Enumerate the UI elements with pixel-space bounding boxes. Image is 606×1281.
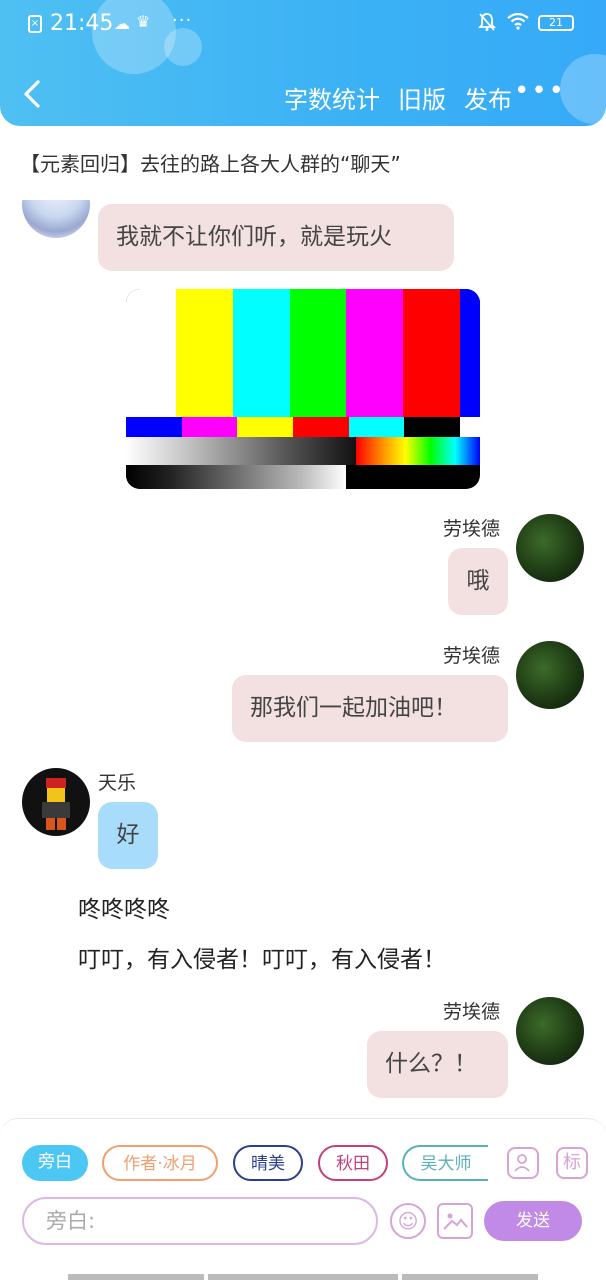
- crown-icon: ♛: [136, 12, 151, 31]
- role-chip-author[interactable]: 作者·冰月: [102, 1145, 218, 1181]
- sender-name: 天乐: [98, 772, 137, 794]
- avatar[interactable]: [516, 997, 584, 1065]
- header-nav: 字数统计 旧版 发布: [284, 80, 512, 115]
- send-button[interactable]: 发送: [484, 1201, 582, 1241]
- role-chip-qiutian[interactable]: 秋田: [318, 1145, 388, 1181]
- status-bar: × 21:45 ☁ ♛ ··· 21: [0, 0, 606, 48]
- narration-text: 叮叮，有入侵者！叮叮，有入侵者！: [78, 947, 446, 973]
- emoji-icon[interactable]: ☺: [390, 1203, 426, 1239]
- sender-name: 劳埃德: [443, 518, 501, 540]
- chevron-left-icon: [24, 80, 40, 108]
- nav-handle: [402, 1274, 538, 1280]
- role-chip-narration[interactable]: 旁白: [22, 1145, 88, 1181]
- message-bubble: 好: [98, 802, 158, 869]
- test-pattern-image[interactable]: [126, 289, 480, 489]
- message-bubble: 哦: [448, 548, 508, 615]
- avatar[interactable]: [22, 768, 90, 836]
- nav-handle: [68, 1274, 204, 1280]
- message-input[interactable]: 旁白:: [22, 1197, 378, 1245]
- status-dots: ···: [172, 10, 193, 31]
- avatar[interactable]: [516, 514, 584, 582]
- role-chip-wu[interactable]: 吴大师: [402, 1145, 488, 1181]
- sim-icon: ×: [28, 15, 42, 33]
- add-role-icon[interactable]: [507, 1147, 539, 1179]
- story-title: 【元素回归】去往的路上各大人群的“聊天”: [20, 152, 401, 176]
- avatar[interactable]: [22, 200, 90, 238]
- sender-name: 劳埃德: [443, 1001, 501, 1023]
- cloud-icon: ☁: [114, 14, 130, 33]
- bell-muted-icon: [477, 12, 497, 37]
- tag-icon[interactable]: 标: [556, 1147, 588, 1179]
- word-count-button[interactable]: 字数统计: [284, 80, 380, 115]
- narration-text: 咚咚咚咚: [78, 897, 170, 923]
- sender-name: 劳埃德: [443, 645, 501, 667]
- lego-figure-icon: [42, 778, 70, 830]
- color-bars-mid: [126, 417, 480, 437]
- nav-handle: [208, 1274, 398, 1280]
- message-bubble: 什么？！: [367, 1031, 508, 1098]
- message-bubble: 那我们一起加油吧！: [232, 675, 508, 742]
- image-icon[interactable]: [437, 1203, 473, 1239]
- message-bubble: 我就不让你们听，就是玩火: [98, 204, 454, 271]
- back-button[interactable]: [18, 74, 48, 114]
- publish-button[interactable]: 发布: [464, 80, 512, 115]
- old-version-button[interactable]: 旧版: [398, 80, 446, 115]
- role-chip-qingmei[interactable]: 晴美: [233, 1145, 303, 1181]
- status-time: 21:45: [50, 11, 114, 36]
- battery-icon: 21: [538, 15, 574, 31]
- color-bars-top: [176, 289, 480, 417]
- wifi-icon: [506, 12, 530, 35]
- more-button[interactable]: •••: [514, 76, 566, 106]
- avatar[interactable]: [516, 641, 584, 709]
- app-header: × 21:45 ☁ ♛ ··· 21 字数统计 旧版 发布 •••: [0, 0, 606, 126]
- decor-bubble: [560, 54, 606, 124]
